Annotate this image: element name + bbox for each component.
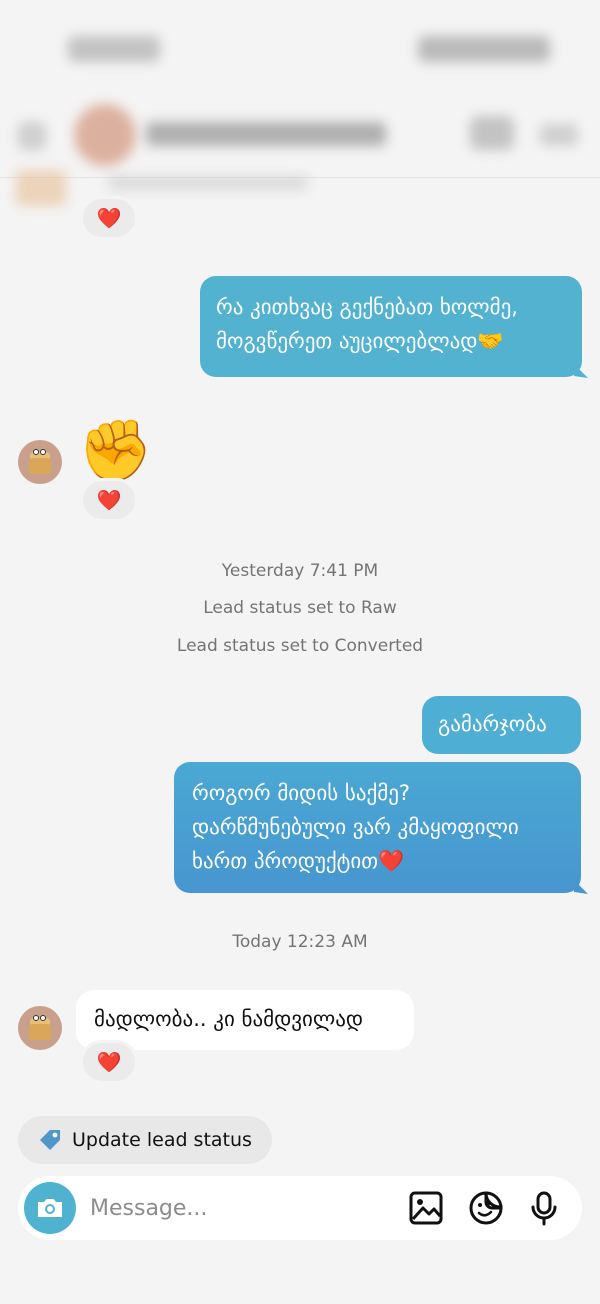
outgoing-message[interactable]: რა კითხვაც გექნებათ ხოლმე, მოგვწერეთ აუც…: [200, 276, 582, 377]
microphone-icon[interactable]: [526, 1190, 562, 1226]
heart-reaction[interactable]: ❤️: [80, 1040, 138, 1084]
contact-avatar-small[interactable]: [18, 1006, 62, 1050]
incoming-message[interactable]: მადლობა.. კი ნამდვილად: [76, 990, 414, 1050]
status-bar-time: [68, 36, 160, 62]
status-bar-indicators: [418, 36, 550, 62]
heart-icon: ❤️: [96, 1050, 122, 1074]
timestamp-divider: Today 12:23 AM: [232, 932, 368, 952]
message-text-line: დარწმუნებული ვარ კმაყოფილი: [192, 815, 519, 839]
contact-name[interactable]: [146, 122, 386, 146]
sticker-icon[interactable]: [468, 1190, 504, 1226]
message-text-line: როგორ მიდის საქმე?: [192, 781, 411, 805]
heart-reaction[interactable]: ❤️: [80, 478, 138, 522]
update-lead-status-label: Update lead status: [72, 1129, 252, 1151]
message-text: გამარჯობა: [438, 712, 547, 736]
heart-icon: ❤️: [96, 206, 122, 230]
header-more-icon[interactable]: [540, 124, 578, 146]
outgoing-message[interactable]: როგორ მიდის საქმე? დარწმუნებული ვარ კმაყ…: [174, 762, 581, 893]
outgoing-message[interactable]: გამარჯობა: [422, 696, 581, 754]
fist-emoji-message[interactable]: ✊: [78, 416, 153, 486]
camera-icon: [38, 1199, 62, 1217]
heart-icon: ❤️: [96, 488, 122, 512]
lead-status-note: Lead status set to Raw: [203, 598, 397, 618]
chat-header: [0, 100, 600, 178]
contact-avatar[interactable]: [74, 104, 136, 166]
message-input[interactable]: [90, 1190, 390, 1226]
bubble-tail: [574, 880, 588, 894]
heart-reaction[interactable]: ❤️: [80, 196, 138, 240]
header-action-icon[interactable]: [470, 116, 514, 150]
bubble-tail: [574, 364, 588, 378]
message-text-line: ხართ პროდუქტით❤️: [192, 849, 405, 873]
camera-button[interactable]: [24, 1182, 76, 1234]
update-lead-status-button[interactable]: Update lead status: [18, 1116, 272, 1164]
back-arrow-icon[interactable]: [18, 122, 46, 150]
contact-subinfo: [16, 170, 316, 206]
timestamp-divider: Yesterday 7:41 PM: [221, 561, 379, 581]
contact-avatar-small[interactable]: [18, 440, 62, 484]
lead-status-note: Lead status set to Converted: [176, 636, 424, 656]
message-composer: [18, 1176, 582, 1240]
tag-icon: [40, 1130, 60, 1150]
image-icon[interactable]: [408, 1190, 444, 1226]
message-text-line: მოგვწერეთ აუცილებლად🤝: [216, 329, 504, 353]
message-text: მადლობა.. კი ნამდვილად: [94, 1007, 364, 1031]
message-text-line: რა კითხვაც გექნებათ ხოლმე,: [216, 295, 518, 319]
